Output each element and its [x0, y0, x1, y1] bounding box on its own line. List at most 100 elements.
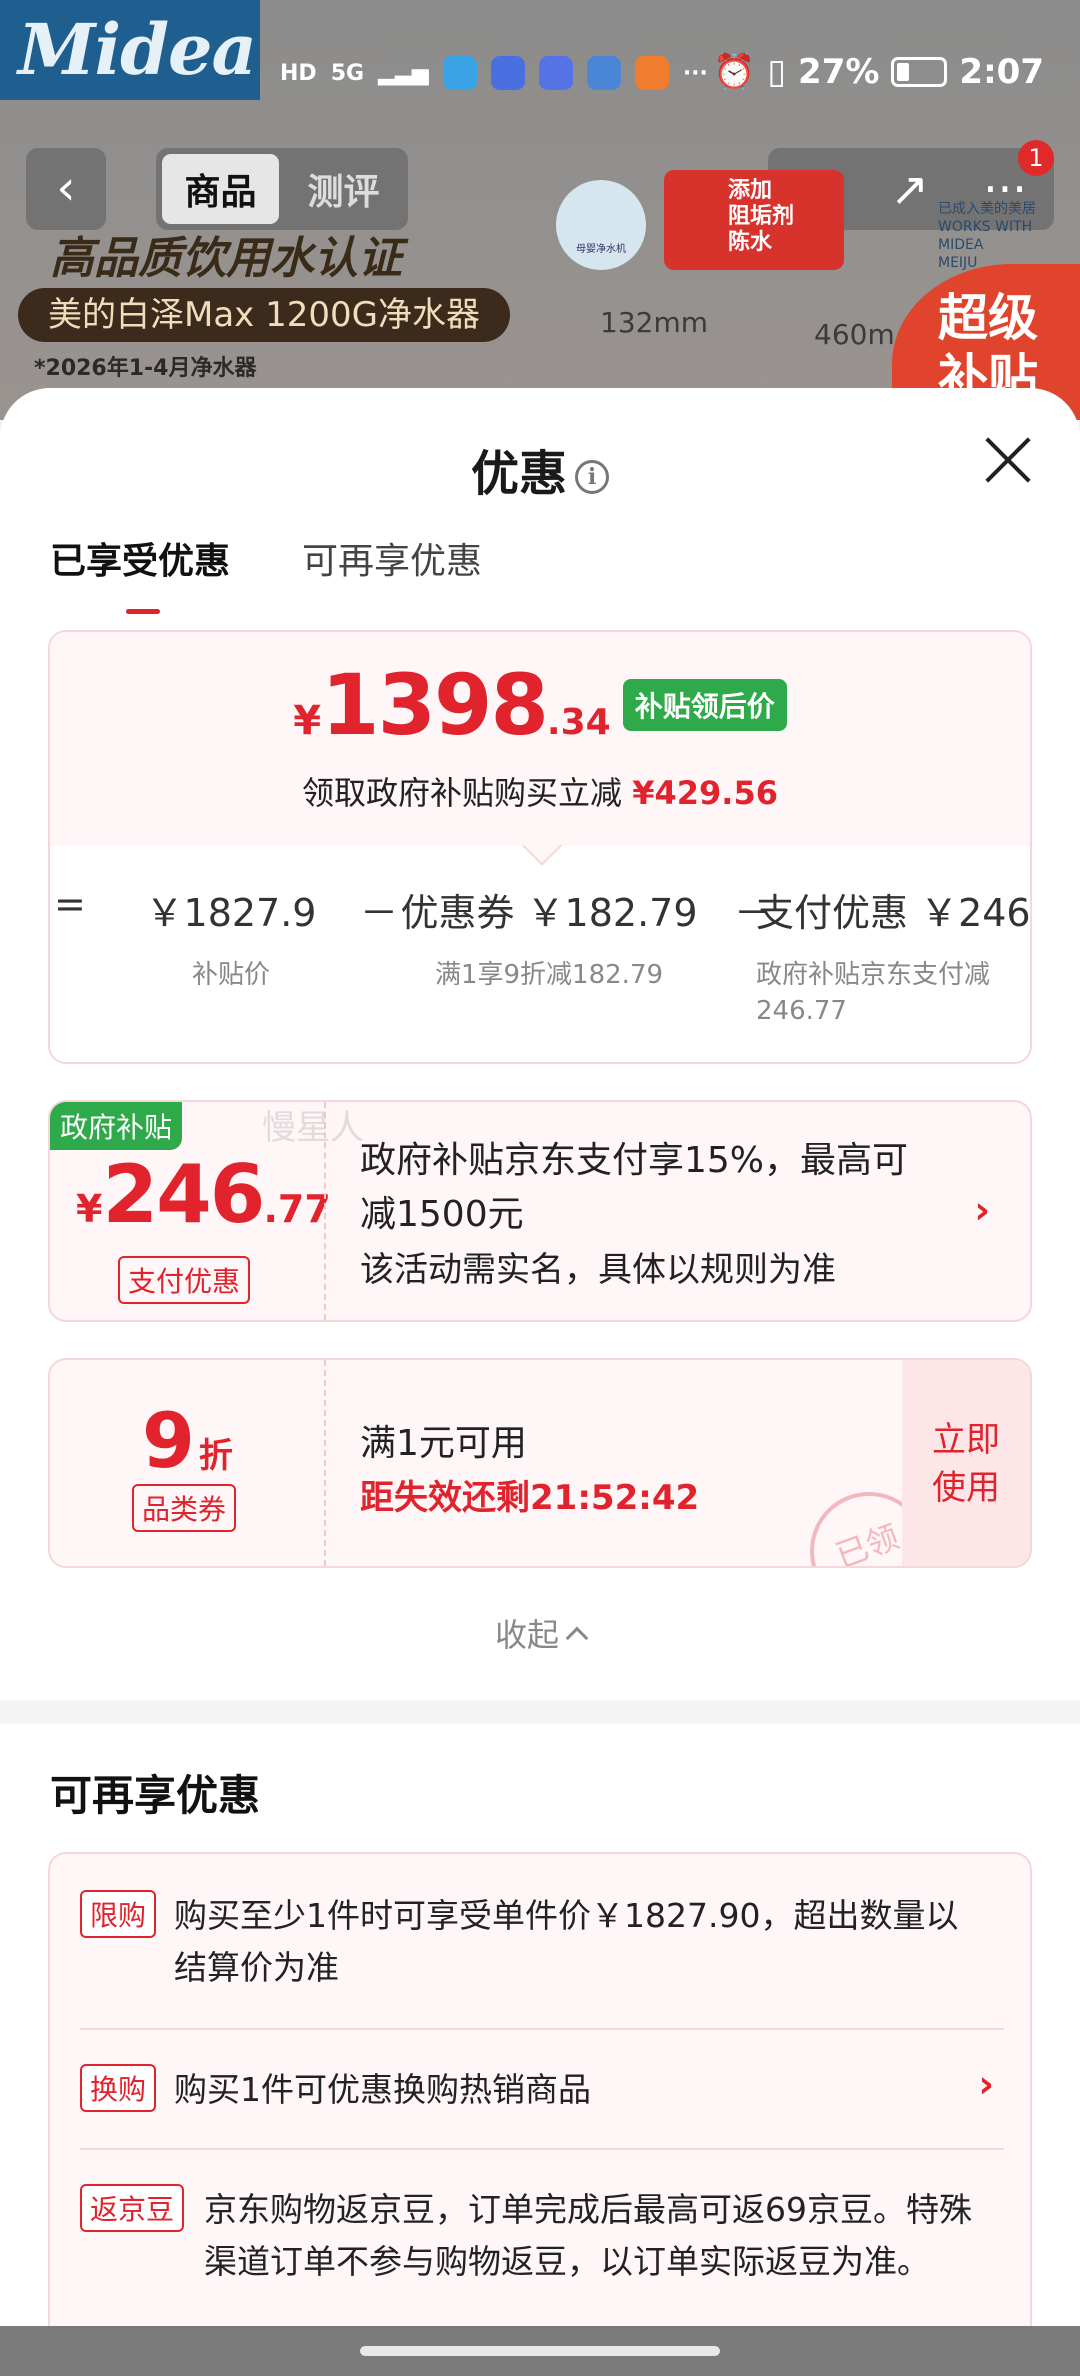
promo-title: 高品质饮用水认证: [50, 233, 402, 284]
gov-subsidy-card[interactable]: 政府补贴 ¥ 246 .77 支付优惠 政府补贴京东支付享15%，最高可减150…: [48, 1100, 1032, 1322]
row-divider: [80, 2028, 1004, 2030]
baby-water-badge: 母婴净水机: [556, 180, 646, 270]
clock: 2:07: [959, 52, 1044, 92]
breakdown-sub: 满1享9折减182.79: [434, 960, 664, 990]
subsidy-saving-label: 领取政府补贴购买立减: [302, 774, 623, 812]
subsidy-saving-amount: ¥429.56: [632, 774, 778, 812]
breakdown-sub: 补贴价: [191, 960, 270, 990]
row-divider: [80, 2148, 1004, 2150]
super-subsidy-line1: 超级: [938, 289, 1038, 347]
meiju-badge: 已成入美的美居 WORKS WITH MIDEA MEIJU: [938, 200, 1080, 272]
use-now-line2: 使用: [932, 1468, 1000, 1508]
antiscale-badge-line3: 陈水: [728, 230, 773, 255]
final-price-integer: 1398: [321, 656, 549, 754]
section-divider: [0, 1700, 1080, 1724]
limit-purchase-text: 购买至少1件时可享受单件价￥1827.90，超出数量以结算价为准: [174, 1896, 959, 1987]
use-now-button[interactable]: 立即 使用: [902, 1360, 1030, 1566]
trade-in-text: 购买1件可优惠换购热销商品: [174, 2070, 591, 2109]
currency-symbol: ¥: [76, 1187, 103, 1231]
app-notification-icon: [490, 56, 525, 90]
baby-water-badge-label: 母婴净水机: [576, 244, 626, 255]
limit-purchase-tag: 限购: [80, 1890, 157, 1938]
category-coupon-card: 9 折 品类券 满1元可用 距失效还剩21:52:42 已领 立即 使用: [48, 1358, 1032, 1568]
app-notification-icon: [538, 56, 573, 90]
breakdown-main: 支付优惠 ￥246.77: [756, 891, 1031, 935]
sheet-title: 优惠 i: [0, 434, 1080, 504]
status-left-icons: HD 5G ▂▃▅ ···: [280, 56, 708, 90]
hd-icon: HD: [280, 60, 317, 86]
chevron-right-icon[interactable]: ›: [974, 1188, 990, 1232]
list-item-limit-purchase: 限购 购买至少1件时可享受单件价￥1827.90，超出数量以结算价为准: [80, 1890, 1004, 1994]
vibrate-icon: ▯: [767, 52, 787, 92]
use-now-line1: 立即: [932, 1420, 1000, 1460]
tab-more-discounts[interactable]: 可再享优惠: [302, 532, 482, 584]
battery-percent: 27%: [798, 52, 880, 92]
gov-subsidy-note: 该活动需实名，具体以规则为准: [360, 1250, 836, 1290]
collapse-button[interactable]: 收起: [0, 1610, 1080, 1656]
gov-subsidy-amount: ¥ 246 .77: [76, 1148, 331, 1241]
antiscale-badge: 添加 阻垢剂 陈水: [664, 170, 844, 270]
coupon-condition: 满1元可用: [360, 1423, 527, 1464]
breakdown-main: ￥1827.9: [145, 891, 317, 935]
alarm-icon: ⏰: [712, 52, 756, 92]
breakdown-item-coupon: 优惠券 ￥182.79 满1享9折减182.79: [372, 882, 726, 993]
gov-subsidy-title: 政府补贴京东支付享15%，最高可减1500元: [360, 1140, 909, 1235]
info-icon[interactable]: i: [575, 460, 609, 494]
price-breakdown: = ￥1827.9 补贴价 － 优惠券 ￥182.79 满1享9折减182.79…: [50, 882, 1030, 1062]
dimension-label: 460m: [814, 318, 895, 351]
network-5g-icon: 5G: [330, 60, 365, 86]
tab-product[interactable]: 商品: [162, 154, 279, 224]
sheet-title-text: 优惠: [470, 446, 567, 502]
background-product-page: Midea HD 5G ▂▃▅ ··· ⏰ ▯ 27% 2:07 ‹ 商品 测评…: [0, 0, 1080, 420]
more-discounts-card: 限购 购买至少1件时可享受单件价￥1827.90，超出数量以结算价为准 换购 购…: [48, 1852, 1032, 2376]
discount-tabs: 已享受优惠 可再享优惠: [50, 532, 482, 614]
signal-icon: ▂▃▅: [378, 60, 429, 86]
status-right: ⏰ ▯ 27% 2:07: [713, 52, 1044, 92]
chevron-left-icon: ‹: [56, 160, 76, 216]
breakdown-main: 优惠券 ￥182.79: [400, 891, 698, 935]
currency-symbol: ¥: [293, 698, 322, 744]
meiju-badge-line1: 已成入美的美居: [938, 201, 1036, 217]
gov-subsidy-tag: 政府补贴: [50, 1102, 183, 1150]
promo-model: 美的白泽Max 1200G净水器: [18, 288, 510, 342]
share-icon[interactable]: ↗: [890, 162, 929, 216]
antiscale-badge-line2: 阻垢剂: [728, 204, 795, 229]
app-notification-icon: [586, 56, 621, 90]
tab-reviews[interactable]: 测评: [285, 154, 402, 224]
payment-discount-label: 支付优惠: [118, 1256, 251, 1304]
discount-sheet: 优惠 i 已享受优惠 可再享优惠 ¥ 1398 .34 补贴领后价 领取政府补贴购…: [0, 388, 1080, 2376]
coupon-countdown: 距失效还剩21:52:42: [360, 1478, 700, 1518]
jingdou-tag: 返京豆: [80, 2184, 185, 2232]
notification-badge: 1: [1018, 140, 1054, 176]
status-bar: HD 5G ▂▃▅ ··· ⏰ ▯ 27% 2:07: [0, 0, 1080, 150]
final-price-card: ¥ 1398 .34 补贴领后价 领取政府补贴购买立减 ¥429.56 = ￥1…: [48, 630, 1032, 1064]
list-item-trade-in[interactable]: 换购 购买1件可优惠换购热销商品 ›: [80, 2062, 1004, 2116]
breakdown-sub: 政府补贴京东支付减246.77: [756, 960, 991, 1026]
chevron-right-icon[interactable]: ›: [978, 2062, 994, 2106]
tab-enjoyed-discounts[interactable]: 已享受优惠: [50, 532, 230, 614]
subsidy-price-tag: 补贴领后价: [622, 679, 787, 731]
final-price-header: ¥ 1398 .34 补贴领后价 领取政府补贴购买立减 ¥429.56: [50, 632, 1030, 846]
close-icon[interactable]: [982, 434, 1032, 484]
subsidy-saving-text: 领取政府补贴购买立减 ¥429.56: [50, 768, 1030, 814]
home-indicator[interactable]: [0, 2326, 1080, 2376]
collapse-label: 收起: [494, 1616, 559, 1654]
back-button[interactable]: ‹: [26, 148, 106, 230]
coupon-discount: 9 折: [142, 1396, 233, 1485]
coupon-discount-value: 9: [142, 1396, 195, 1485]
gov-subsidy-amount-integer: 246: [102, 1148, 265, 1241]
dimension-label: 132mm: [600, 306, 708, 339]
list-item-jingdou: 返京豆 京东购物返京豆，订单完成后最高可返69京豆。特殊渠道订单不参与购物返豆，…: [80, 2184, 1004, 2288]
chevron-up-icon: [565, 1626, 589, 1650]
final-price: ¥ 1398 .34 补贴领后价: [50, 656, 1030, 754]
dashed-divider: [324, 1360, 326, 1566]
breakdown-item-payment: 支付优惠 ￥246.77 政府补贴京东支付减246.77: [756, 882, 1031, 1029]
final-price-decimal: .34: [546, 702, 611, 743]
product-tabs: 商品 测评: [156, 148, 408, 230]
antiscale-badge-line1: 添加: [728, 178, 773, 203]
promo-note: *2026年1-4月净水器: [34, 356, 257, 381]
app-notification-icon: [634, 56, 669, 90]
breakdown-operator: =: [54, 882, 86, 926]
app-notification-icon: [442, 56, 477, 90]
jingdou-text: 京东购物返京豆，订单完成后最高可返69京豆。特殊渠道订单不参与购物返豆，以订单实…: [204, 2190, 972, 2281]
